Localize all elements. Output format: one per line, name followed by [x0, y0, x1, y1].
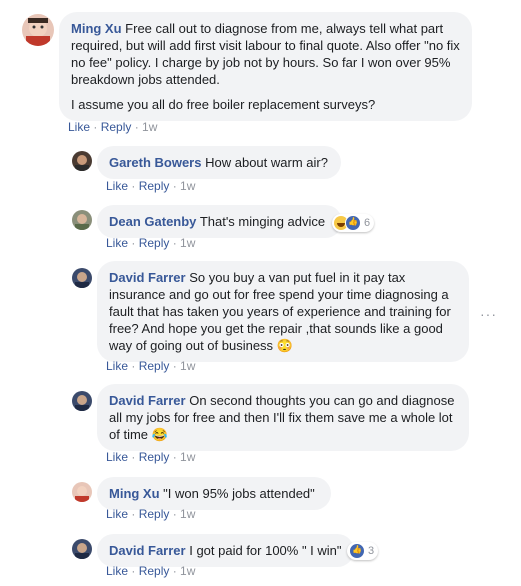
avatar[interactable]	[72, 391, 92, 411]
timestamp[interactable]: 1w	[180, 236, 195, 250]
like-reaction-icon	[345, 215, 361, 231]
comment-bubble: David Farrer So you buy a van put fuel i…	[97, 261, 469, 362]
comment-actions: Like · Reply · 1w	[106, 507, 196, 521]
comment-author[interactable]: Gareth Bowers	[109, 155, 201, 170]
avatar[interactable]	[72, 151, 92, 171]
comment-actions: Like · Reply · 1w	[106, 359, 196, 373]
like-link[interactable]: Like	[106, 450, 128, 464]
timestamp[interactable]: 1w	[180, 507, 195, 521]
avatar[interactable]	[72, 268, 92, 288]
reply-link[interactable]: Reply	[139, 564, 170, 578]
comment-text: "I won 95% jobs attended"	[163, 486, 315, 501]
comment-actions: Like · Reply · 1w	[106, 450, 196, 464]
like-link[interactable]: Like	[106, 507, 128, 521]
comment-text: I got paid for 100% " I win"	[189, 543, 342, 558]
comment-actions: Like · Reply · 1w	[68, 120, 158, 134]
more-options-icon[interactable]: ···	[480, 306, 497, 322]
timestamp[interactable]: 1w	[180, 564, 195, 578]
comment-actions: Like · Reply · 1w	[106, 236, 196, 250]
timestamp[interactable]: 1w	[180, 359, 195, 373]
comment-author[interactable]: David Farrer	[109, 393, 186, 408]
reply-link[interactable]: Reply	[139, 236, 170, 250]
comment-bubble: David Farrer I got paid for 100% " I win…	[97, 534, 354, 567]
comment-bubble: Ming Xu "I won 95% jobs attended"	[97, 477, 331, 510]
like-link[interactable]: Like	[106, 179, 128, 193]
comment-author[interactable]: David Farrer	[109, 270, 186, 285]
comment-bubble: David Farrer On second thoughts you can …	[97, 384, 469, 451]
reply-link[interactable]: Reply	[139, 359, 170, 373]
avatar[interactable]	[72, 210, 92, 230]
comment-actions: Like · Reply · 1w	[106, 564, 196, 578]
reply-link[interactable]: Reply	[139, 179, 170, 193]
comment-text: How about warm air?	[205, 155, 328, 170]
comment-author[interactable]: Ming Xu	[71, 21, 122, 36]
comment-bubble: Ming Xu Free call out to diagnose from m…	[59, 12, 472, 121]
comment-author[interactable]: Ming Xu	[109, 486, 160, 501]
reaction-count: 3	[368, 545, 375, 557]
like-reaction-icon	[349, 543, 365, 559]
reaction-count: 6	[364, 217, 371, 229]
comment-text: Free call out to diagnose from me, alway…	[71, 21, 460, 87]
comment-author[interactable]: David Farrer	[109, 543, 186, 558]
like-link[interactable]: Like	[68, 120, 90, 134]
comment-text: That's minging advice	[199, 214, 326, 229]
reply-link[interactable]: Reply	[139, 507, 170, 521]
comment-author[interactable]: Dean Gatenby	[109, 214, 196, 229]
avatar[interactable]	[72, 539, 92, 559]
reply-link[interactable]: Reply	[101, 120, 132, 134]
avatar[interactable]	[22, 14, 54, 46]
comment-bubble: Dean Gatenby That's minging advice	[97, 205, 342, 238]
reaction-summary[interactable]: 6	[332, 214, 375, 232]
timestamp[interactable]: 1w	[180, 450, 195, 464]
comment-actions: Like · Reply · 1w	[106, 179, 196, 193]
avatar[interactable]	[72, 482, 92, 502]
comment-text: I assume you all do free boiler replacem…	[71, 97, 376, 112]
like-link[interactable]: Like	[106, 359, 128, 373]
like-link[interactable]: Like	[106, 564, 128, 578]
timestamp[interactable]: 1w	[142, 120, 157, 134]
timestamp[interactable]: 1w	[180, 179, 195, 193]
reply-link[interactable]: Reply	[139, 450, 170, 464]
reaction-summary[interactable]: 3	[347, 542, 379, 560]
comment-bubble: Gareth Bowers How about warm air?	[97, 146, 341, 179]
like-link[interactable]: Like	[106, 236, 128, 250]
